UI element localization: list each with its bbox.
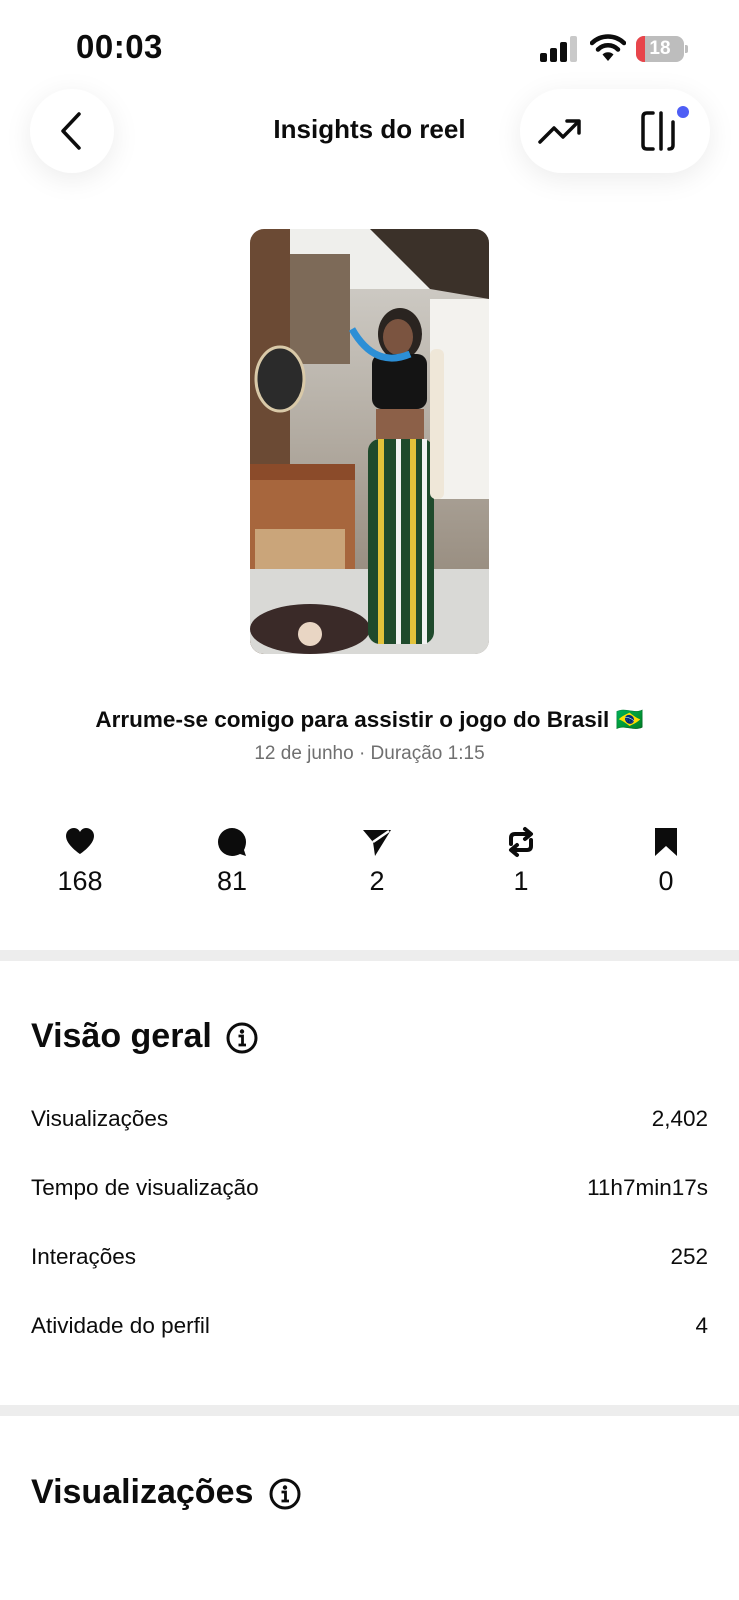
battery-icon: 18	[636, 36, 688, 62]
status-bar: 00:03 18	[0, 0, 739, 92]
likes-count: 168	[57, 866, 103, 896]
saves-stat: 0	[606, 826, 726, 897]
shares-stat: 2	[317, 826, 437, 897]
overview-row-label: Atividade do perfil	[31, 1313, 210, 1338]
reel-title: Arrume-se comigo para assistir o jogo do…	[95, 707, 644, 732]
cellular-signal-icon	[540, 36, 578, 62]
overview-row-interactions[interactable]: Interações 252	[31, 1244, 708, 1270]
comments-stat: 81	[172, 826, 292, 897]
trending-button[interactable]	[534, 105, 586, 157]
shares-count: 2	[369, 866, 385, 896]
reel-meta: 12 de junho · Duração 1:15	[254, 743, 485, 764]
overview-row-value: 252	[670, 1244, 708, 1269]
reposts-stat: 1	[461, 826, 581, 897]
views-section-title: Visualizações	[31, 1473, 254, 1511]
reposts-count: 1	[513, 866, 529, 896]
send-icon	[363, 829, 391, 856]
bookmark-icon	[655, 828, 677, 856]
overview-row-profile-activity[interactable]: Atividade do perfil 4	[31, 1313, 708, 1339]
notification-dot	[677, 106, 689, 118]
likes-stat: 168	[20, 826, 140, 897]
overview-row-views[interactable]: Visualizações 2,402	[31, 1106, 708, 1132]
section-divider	[0, 950, 739, 961]
reel-thumbnail[interactable]	[250, 229, 489, 654]
overview-row-label: Visualizações	[31, 1106, 169, 1131]
header-actions	[520, 89, 710, 173]
repost-icon	[509, 827, 533, 857]
reel-insights-screen: 00:03 18 Insights do reel Arrume-se comi…	[0, 0, 739, 1600]
overview-row-value: 2,402	[651, 1106, 708, 1131]
trending-up-icon	[538, 119, 581, 144]
overview-title: Visão geral	[31, 1017, 212, 1055]
wifi-icon	[589, 34, 627, 62]
heart-icon	[66, 828, 94, 854]
overview-row-label: Interações	[31, 1244, 137, 1269]
overview-row-value: 4	[695, 1313, 708, 1338]
comments-count: 81	[216, 866, 248, 896]
comment-icon	[218, 828, 246, 856]
overview-row-watch-time[interactable]: Tempo de visualização 11h7min17s	[31, 1175, 708, 1201]
battery-level: 18	[649, 38, 671, 59]
overview-row-value: 11h7min17s	[587, 1175, 708, 1200]
overview-row-label: Tempo de visualização	[31, 1175, 259, 1200]
saves-count: 0	[658, 866, 674, 896]
status-time: 00:03	[76, 28, 163, 65]
section-divider	[0, 1405, 739, 1416]
info-icon[interactable]	[226, 1022, 258, 1054]
info-icon[interactable]	[269, 1478, 301, 1510]
